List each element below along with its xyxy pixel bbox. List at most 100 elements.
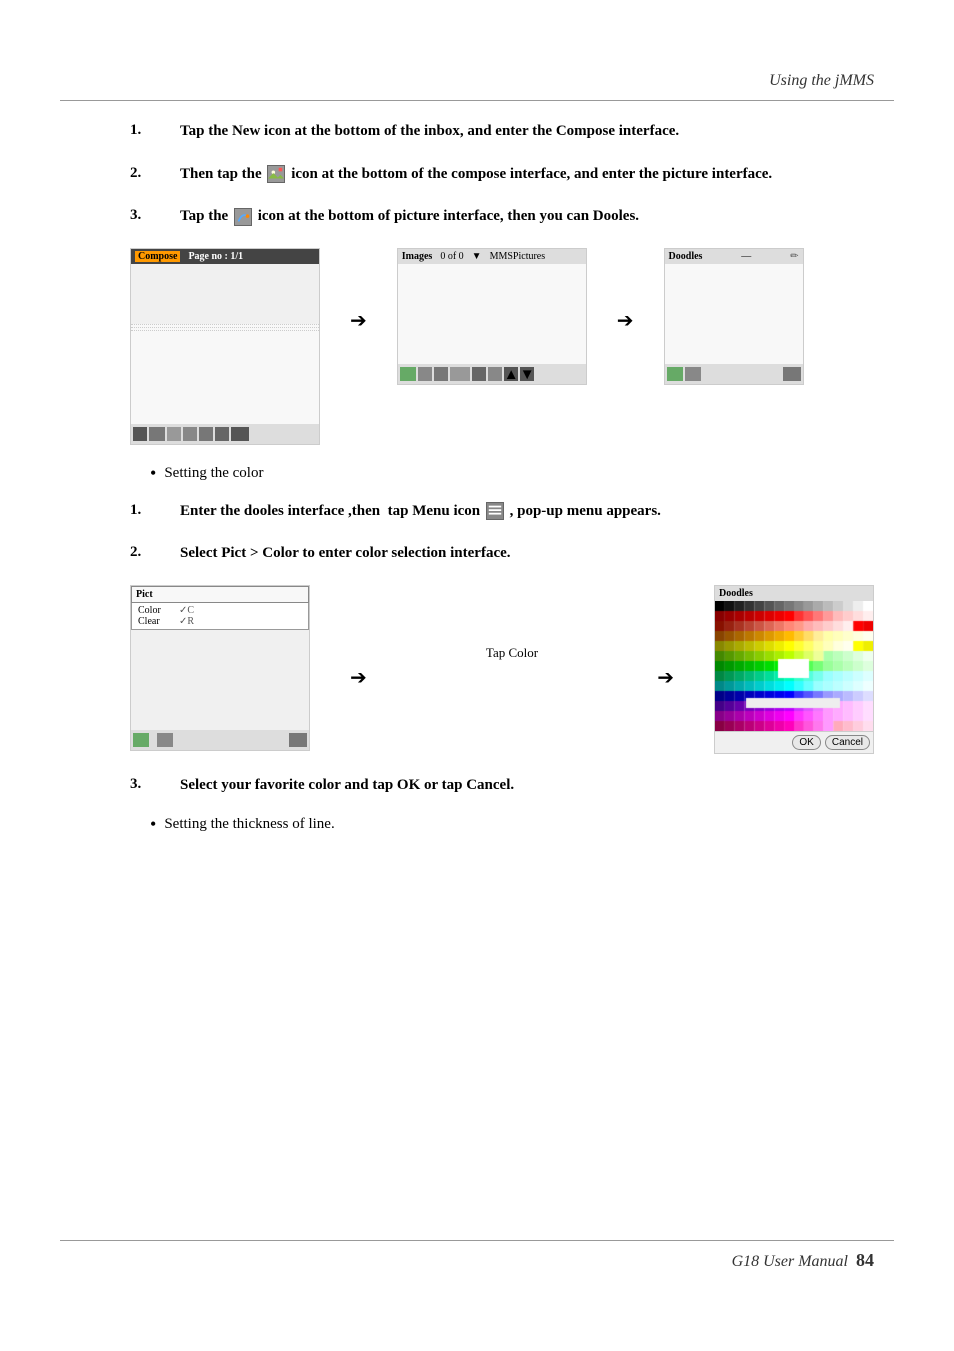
toolbar-icon-2 [149, 427, 165, 441]
doodles-header: Doodles — ✏ [665, 249, 803, 264]
pict-tool-1 [133, 733, 149, 747]
images-screen: Images 0 of 0 ▼ MMSPictures ▲ ▼ [397, 248, 587, 385]
color-grid [715, 601, 873, 731]
compose-label: Compose [135, 251, 180, 262]
arrow-3: ➔ [350, 585, 367, 690]
step-color-2-body: Select Pict > Color to enter color selec… [180, 542, 874, 565]
step-3: 3. Tap the icon at the bottom of picture… [130, 205, 874, 228]
bullet-color: • Setting the color [150, 465, 874, 484]
pict-label: Pict [136, 589, 153, 600]
images-label: Images [402, 251, 433, 262]
bullet-dot-1: • [150, 463, 156, 484]
img-tool-1 [400, 367, 416, 381]
footer-rule [60, 1240, 894, 1241]
toolbar-icon-3 [167, 427, 181, 441]
toolbar-icon-7 [231, 427, 249, 441]
step-3-num: 3. [130, 205, 180, 228]
step-color-3-body: Select your favorite color and tap OK or… [180, 774, 874, 797]
main-content: 1. Tap the New icon at the bottom of the… [130, 120, 874, 851]
images-footer: ▲ ▼ [398, 364, 586, 384]
tap-color-container: Tap Color [407, 585, 617, 661]
compose-body [131, 324, 319, 424]
doodle-icon [234, 208, 252, 226]
compose-page: Page no : 1/1 [188, 251, 243, 262]
pict-menu-color[interactable]: Color ✓C [134, 605, 306, 616]
footer-text: G18 User Manual 84 [732, 1250, 874, 1271]
header-rule [60, 100, 894, 101]
step-1-body: Tap the New icon at the bottom of the in… [180, 120, 874, 143]
color-canvas[interactable] [715, 601, 873, 731]
screenshots-row-1: Compose Page no : 1/1 [130, 248, 874, 445]
images-body [398, 264, 586, 364]
pict-color-shortcut: ✓C [179, 605, 194, 616]
step-2-body: Then tap the icon at the bottom of the c… [180, 163, 874, 186]
pict-screen: Pict Color ✓C Clear ✓R [130, 585, 310, 751]
img-tool-5 [472, 367, 486, 381]
doodles-color-header: Doodles [715, 586, 873, 601]
toolbar-icon-6 [215, 427, 229, 441]
img-tool-down: ▼ [520, 367, 534, 381]
image-icon [267, 165, 285, 183]
tap-color-text: Tap Color [486, 645, 538, 661]
pict-footer [131, 730, 309, 750]
pict-header: Pict [131, 586, 309, 603]
doodles-body [665, 264, 803, 364]
img-tool-6 [488, 367, 502, 381]
img-tool-4 [450, 367, 470, 381]
header-title-text: Using the jMMS [769, 72, 874, 89]
page-container: Using the jMMS 1. Tap the New icon at th… [0, 0, 954, 1351]
doodle-tool-1 [667, 367, 683, 381]
images-count: 0 of 0 [440, 251, 463, 262]
toolbar-icon-4 [183, 427, 197, 441]
pict-clear-label: Clear [138, 616, 173, 627]
step-1: 1. Tap the New icon at the bottom of the… [130, 120, 874, 143]
pict-tool-3 [289, 733, 307, 747]
toolbar-icon-1 [133, 427, 147, 441]
pict-menu-clear[interactable]: Clear ✓R [134, 616, 306, 627]
arrow-4: ➔ [657, 585, 674, 690]
step-3-body: Tap the icon at the bottom of picture in… [180, 205, 874, 228]
step-color-2: 2. Select Pict > Color to enter color se… [130, 542, 874, 565]
step-color-3: 3. Select your favorite color and tap OK… [130, 774, 874, 797]
images-source: MMSPictures [490, 251, 546, 262]
toolbar-icon-5 [199, 427, 213, 441]
step-color-1-body: Enter the dooles interface ,then tap Men… [180, 500, 874, 523]
bullet-thickness: • Setting the thickness of line. [150, 816, 874, 835]
compose-screen: Compose Page no : 1/1 [130, 248, 320, 445]
cancel-button[interactable]: Cancel [825, 735, 870, 750]
step-1-num: 1. [130, 120, 180, 143]
pict-tool-2 [157, 733, 173, 747]
screenshots-row-2: Pict Color ✓C Clear ✓R [130, 585, 874, 754]
footer-label: G18 User Manual [732, 1253, 848, 1270]
doodle-tool-3 [783, 367, 801, 381]
step-color-1-num: 1. [130, 500, 180, 523]
ok-button[interactable]: OK [792, 735, 820, 750]
step-2-num: 2. [130, 163, 180, 186]
doodles-label: Doodles [669, 251, 703, 262]
pict-body [131, 630, 309, 730]
arrow-2: ➔ [617, 248, 634, 333]
img-tool-arrow: ▲ [504, 367, 518, 381]
doodles-color-screen: Doodles OK Cancel [714, 585, 874, 754]
doodles-screen: Doodles — ✏ [664, 248, 804, 385]
pict-clear-shortcut: ✓R [179, 616, 194, 627]
images-header: Images 0 of 0 ▼ MMSPictures [398, 249, 586, 264]
img-tool-3 [434, 367, 448, 381]
step-2: 2. Then tap the icon at the bottom of th… [130, 163, 874, 186]
header-title: Using the jMMS [769, 72, 874, 90]
step-color-2-num: 2. [130, 542, 180, 565]
bullet-thickness-text: Setting the thickness of line. [164, 816, 334, 835]
compose-header: Compose Page no : 1/1 [131, 249, 319, 264]
doodles-footer [665, 364, 803, 384]
images-dropdown-icon: ▼ [472, 251, 482, 262]
bullet-dot-2: • [150, 814, 156, 835]
arrow-1: ➔ [350, 248, 367, 333]
doodles-edit-icon: ✏ [790, 251, 798, 262]
bullet-color-text: Setting the color [164, 465, 263, 484]
step-color-1: 1. Enter the dooles interface ,then tap … [130, 500, 874, 523]
doodles-dash: — [741, 251, 751, 262]
pict-color-label: Color [138, 605, 173, 616]
img-tool-2 [418, 367, 432, 381]
color-footer: OK Cancel [715, 731, 873, 753]
compose-footer [131, 424, 319, 444]
